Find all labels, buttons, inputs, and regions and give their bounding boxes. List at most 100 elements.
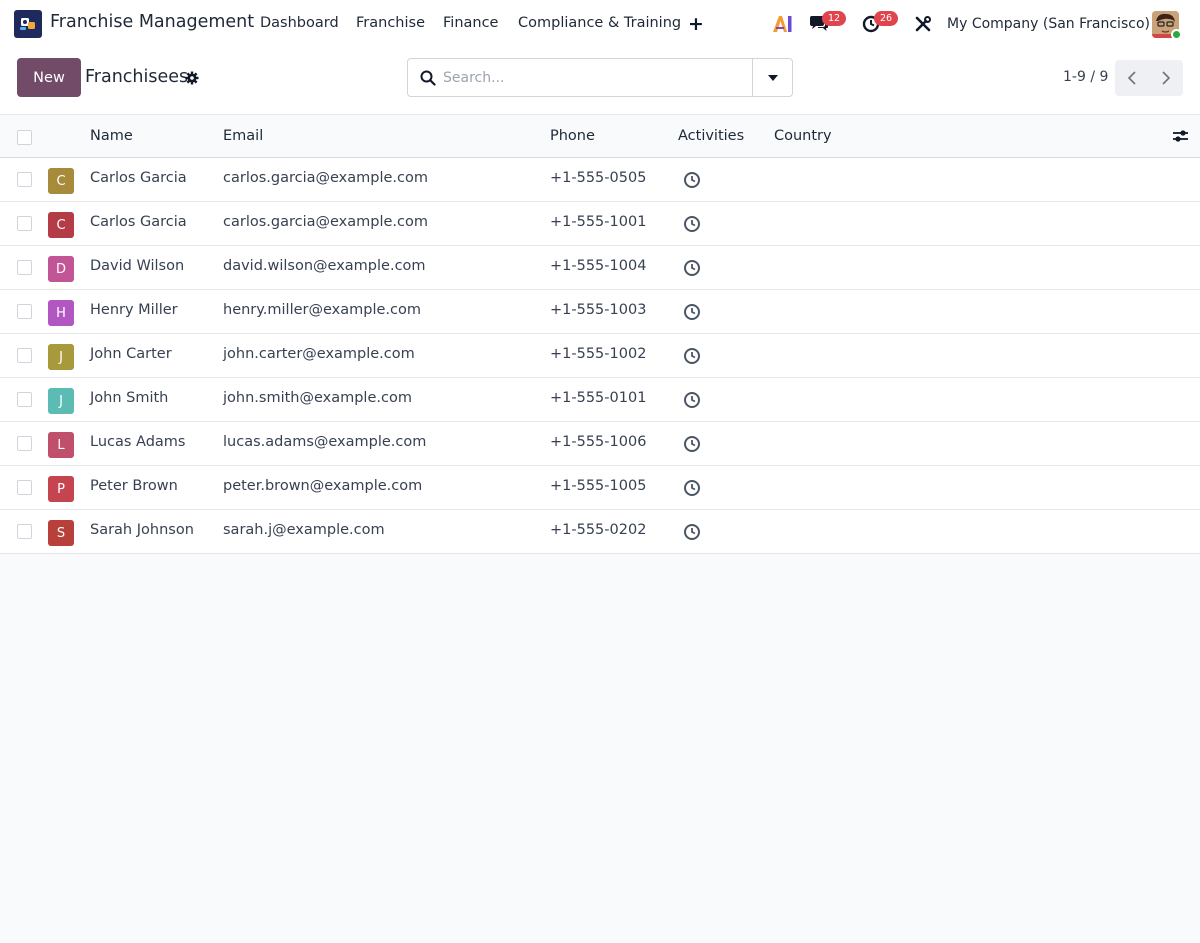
menu-dashboard[interactable]: Dashboard [260, 15, 339, 31]
table-body: C Carlos Garcia carlos.garcia@example.com +… [0, 158, 1200, 554]
row-checkbox[interactable] [17, 216, 32, 231]
cell-phone: +1-555-1001 [550, 214, 647, 230]
cell-phone: +1-555-0202 [550, 522, 647, 538]
avatar: C [48, 212, 74, 238]
top-navbar: Franchise Management Dashboard Franchise… [0, 0, 1200, 48]
messages-count-badge: 12 [822, 11, 846, 26]
debug-tools-icon[interactable] [914, 15, 932, 37]
add-menu-icon[interactable]: + [688, 13, 704, 35]
app-title[interactable]: Franchise Management [50, 12, 254, 32]
avatar: D [48, 256, 74, 282]
search-options-toggle[interactable] [752, 59, 792, 96]
table-row[interactable]: C Carlos Garcia carlos.garcia@example.com +… [0, 158, 1200, 202]
table-row[interactable]: C Carlos Garcia carlos.garcia@example.com +… [0, 202, 1200, 246]
control-panel: New Franchisees 1-9 / 9 [0, 48, 1200, 114]
company-switcher[interactable]: My Company (San Francisco) [947, 16, 1150, 32]
cell-email: sarah.j@example.com [223, 522, 385, 538]
row-checkbox[interactable] [17, 172, 32, 187]
activity-clock-icon[interactable] [683, 171, 701, 193]
table-row[interactable]: J John Smith john.smith@example.com +1-555-… [0, 378, 1200, 422]
avatar: L [48, 432, 74, 458]
cell-email: carlos.garcia@example.com [223, 214, 428, 230]
cell-phone: +1-555-1005 [550, 478, 647, 494]
menu-franchise[interactable]: Franchise [356, 15, 425, 31]
activity-clock-icon[interactable] [683, 523, 701, 545]
table-row[interactable]: D David Wilson david.wilson@example.com +1-… [0, 246, 1200, 290]
avatar: J [48, 344, 74, 370]
row-checkbox[interactable] [17, 524, 32, 539]
app-logo-icon[interactable] [14, 10, 42, 38]
activity-clock-icon[interactable] [683, 347, 701, 369]
chevron-right-icon [1162, 71, 1170, 85]
cell-phone: +1-555-1002 [550, 346, 647, 362]
menu-compliance-training[interactable]: Compliance & Training [518, 15, 681, 31]
ai-icon[interactable] [772, 14, 794, 38]
column-header-name[interactable]: Name [90, 128, 133, 144]
search-input[interactable] [443, 67, 743, 89]
cell-phone: +1-555-1004 [550, 258, 647, 274]
chevron-left-icon [1128, 71, 1136, 85]
cell-name: Sarah Johnson [90, 522, 194, 538]
search-bar [407, 58, 793, 97]
avatar: P [48, 476, 74, 502]
table-row[interactable]: J John Carter john.carter@example.com +1-55… [0, 334, 1200, 378]
activity-clock-icon[interactable] [683, 391, 701, 413]
gear-icon[interactable] [185, 70, 199, 89]
activity-clock-icon[interactable] [683, 435, 701, 457]
cell-name: Carlos Garcia [90, 214, 187, 230]
select-all-checkbox[interactable] [17, 130, 32, 145]
row-checkbox[interactable] [17, 260, 32, 275]
franchisees-list: Name Email Phone Activities Country C Car… [0, 114, 1200, 554]
row-checkbox[interactable] [17, 392, 32, 407]
cell-name: Carlos Garcia [90, 170, 187, 186]
cell-phone: +1-555-0505 [550, 170, 647, 186]
optional-columns-icon[interactable] [1172, 128, 1189, 148]
pager-value[interactable]: 1-9 / 9 [1063, 69, 1108, 85]
row-checkbox[interactable] [17, 480, 32, 495]
cell-email: peter.brown@example.com [223, 478, 423, 494]
row-checkbox[interactable] [17, 348, 32, 363]
table-row[interactable]: L Lucas Adams lucas.adams@example.com +1-55… [0, 422, 1200, 466]
cell-email: henry.miller@example.com [223, 302, 421, 318]
avatar: C [48, 168, 74, 194]
cell-phone: +1-555-0101 [550, 390, 647, 406]
cell-phone: +1-555-1003 [550, 302, 647, 318]
cell-name: Henry Miller [90, 302, 178, 318]
new-button[interactable]: New [17, 58, 81, 97]
pager-next-button[interactable] [1149, 60, 1183, 96]
table-row[interactable]: S Sarah Johnson sarah.j@example.com +1-555-… [0, 510, 1200, 554]
menu-finance[interactable]: Finance [443, 15, 498, 31]
activity-clock-icon[interactable] [683, 303, 701, 325]
column-header-phone[interactable]: Phone [550, 128, 595, 144]
avatar: S [48, 520, 74, 546]
row-checkbox[interactable] [17, 436, 32, 451]
activity-clock-icon[interactable] [683, 479, 701, 501]
table-row[interactable]: P Peter Brown peter.brown@example.com +1-55… [0, 466, 1200, 510]
cell-email: john.smith@example.com [223, 390, 412, 406]
row-checkbox[interactable] [17, 304, 32, 319]
activities-count-badge: 26 [874, 11, 898, 26]
cell-email: david.wilson@example.com [223, 258, 426, 274]
table-header: Name Email Phone Activities Country [0, 114, 1200, 158]
cell-name: John Smith [90, 390, 169, 406]
cell-email: carlos.garcia@example.com [223, 170, 428, 186]
cell-email: john.carter@example.com [223, 346, 415, 362]
cell-name: David Wilson [90, 258, 185, 274]
table-row[interactable]: H Henry Miller henry.miller@example.com +1-… [0, 290, 1200, 334]
cell-name: Lucas Adams [90, 434, 186, 450]
column-header-activities[interactable]: Activities [678, 128, 744, 144]
online-status-dot [1171, 29, 1182, 40]
cell-name: Peter Brown [90, 478, 178, 494]
avatar: J [48, 388, 74, 414]
column-header-country[interactable]: Country [774, 128, 832, 144]
pager-previous-button[interactable] [1115, 60, 1149, 96]
column-header-email[interactable]: Email [223, 128, 263, 144]
activity-clock-icon[interactable] [683, 215, 701, 237]
search-icon [420, 70, 436, 90]
cell-phone: +1-555-1006 [550, 434, 647, 450]
page-title: Franchisees [85, 67, 189, 87]
caret-down-icon [767, 74, 778, 81]
activity-clock-icon[interactable] [683, 259, 701, 281]
cell-name: John Carter [90, 346, 172, 362]
cell-email: lucas.adams@example.com [223, 434, 427, 450]
